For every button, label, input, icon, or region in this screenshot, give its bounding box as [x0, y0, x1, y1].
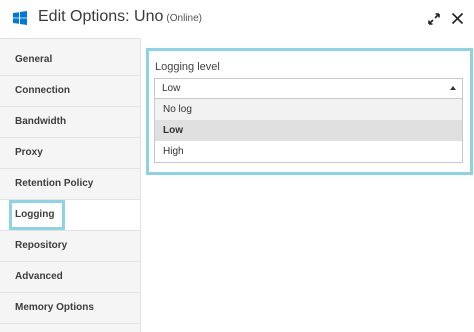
connection-status: (Online)	[166, 13, 202, 24]
sidebar-item-repository[interactable]: Repository	[0, 231, 140, 262]
sidebar-item-retention-policy[interactable]: Retention Policy	[0, 169, 140, 200]
sidebar-item-proxy[interactable]: Proxy	[0, 138, 140, 169]
option-high[interactable]: High	[155, 141, 462, 162]
sidebar-item-logging[interactable]: Logging	[0, 200, 140, 231]
logging-level-select[interactable]: Low	[154, 78, 463, 99]
sidebar-item-general[interactable]: General	[0, 45, 140, 76]
options-sidebar: General Connection Bandwidth Proxy Reten…	[0, 38, 141, 332]
sidebar-item-memory-options[interactable]: Memory Options	[0, 293, 140, 324]
close-icon[interactable]	[451, 12, 464, 25]
window-title: Edit Options: Uno (Online)	[38, 8, 202, 26]
option-no-log[interactable]: No log	[155, 99, 462, 120]
sidebar-item-advanced[interactable]: Advanced	[0, 262, 140, 293]
windows-logo-icon	[13, 11, 27, 25]
expand-icon[interactable]	[427, 12, 441, 26]
logging-level-dropdown: No log Low High	[154, 99, 463, 163]
option-low[interactable]: Low	[155, 120, 462, 141]
window-title-text: Edit Options: Uno	[38, 8, 164, 25]
sidebar-item-connection[interactable]: Connection	[0, 76, 140, 107]
sidebar-item-bandwidth[interactable]: Bandwidth	[0, 107, 140, 138]
logging-level-label: Logging level	[155, 61, 220, 73]
chevron-up-icon[interactable]	[450, 86, 456, 90]
window-titlebar: Edit Options: Uno (Online)	[0, 0, 474, 38]
